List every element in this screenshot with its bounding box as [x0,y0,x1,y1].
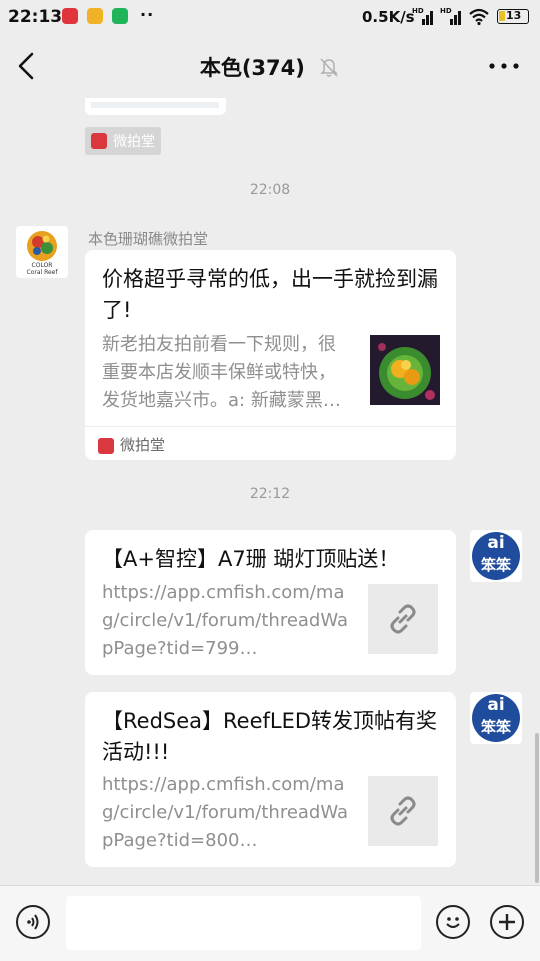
previous-card-remnant[interactable] [85,98,226,115]
card-source: 微拍堂 [98,434,165,455]
status-more-dots: ·· [140,5,155,24]
sender-avatar-coral[interactable]: COLOR Coral Reef [16,226,68,278]
status-time: 22:13 [8,7,63,27]
card-title: 【RedSea】ReefLED转发顶帖有奖活动!!! [102,709,438,764]
time-divider: 22:12 [249,486,291,502]
chat-title: 本色(374) [0,52,540,82]
status-bar: 22:13 ·· 0.5K/s HD HD 13 [0,0,540,34]
card-title: 【A+智控】A7珊 瑚灯顶贴送！ [102,547,400,571]
link-thumbnail [368,584,438,654]
weipaitang-logo-icon [91,133,107,149]
notification-chat-icon [87,8,103,24]
coral-thumbnail-image [370,335,440,405]
voice-icon [27,914,39,930]
link-icon [390,604,416,634]
link-icon [390,796,416,826]
card-url: https://app.cmfish.com/mag/circle/v1/for… [102,582,349,659]
notification-app-icon [62,8,78,24]
battery-icon: 13 [497,9,529,24]
more-options-icon[interactable] [484,48,524,84]
voice-input-button[interactable] [16,905,50,939]
scrollbar[interactable] [535,733,539,883]
card-url: https://app.cmfish.com/mag/circle/v1/for… [102,774,349,851]
network-speed: 0.5K/s [362,8,415,26]
plus-icon [499,914,515,930]
link-card[interactable]: 【RedSea】ReefLED转发顶帖有奖活动!!! https://app.c… [85,692,456,867]
wifi-icon [469,8,489,26]
card-description: 新老拍友拍前看一下规则，很重要本店发顺丰保鲜或特快，发货地嘉兴市。a: 新藏蒙黑… [102,334,341,411]
input-toolbar [0,885,540,961]
link-card[interactable]: 【A+智控】A7珊 瑚灯顶贴送！ https://app.cmfish.com/… [85,530,456,675]
link-thumbnail [368,776,438,846]
previous-source-tag[interactable]: 微拍堂 [85,127,161,155]
chat-header: 本色(374) [0,34,540,98]
time-divider: 22:08 [249,182,291,198]
my-avatar[interactable]: ai 笨笨 [470,530,522,582]
mini-program-card[interactable]: 价格超乎寻常的低，出一手就捡到漏了! 新老拍友拍前看一下规则，很重要本店发顺丰保… [85,250,456,460]
smiley-icon [446,917,460,928]
notification-shop-icon [112,8,128,24]
card-divider [85,426,456,427]
message-input[interactable] [66,896,421,950]
sender-name: 本色珊瑚礁微拍堂 [88,230,209,248]
my-avatar[interactable]: ai 笨笨 [470,692,522,744]
card-title: 价格超乎寻常的低，出一手就捡到漏了! [102,267,438,322]
weipaitang-logo-icon [98,437,114,454]
emoji-button[interactable] [436,905,470,939]
more-functions-button[interactable] [490,905,524,939]
mute-bell-icon [320,58,338,77]
